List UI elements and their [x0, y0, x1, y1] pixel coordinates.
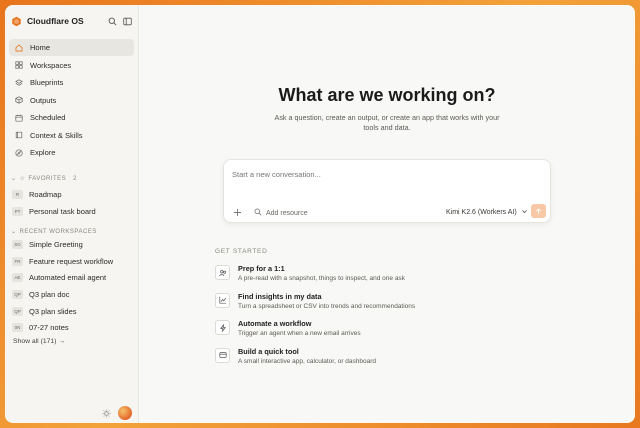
chart-icon	[215, 292, 230, 308]
nav-label: Home	[30, 43, 51, 52]
get-started-item[interactable]: Find insights in my data Turn a spreadsh…	[215, 291, 475, 319]
nav-item-explore[interactable]: Explore	[9, 144, 134, 161]
get-started-list: Prep for a 1:1 A pre-read with a snapsho…	[215, 263, 475, 373]
star-icon: ☆	[19, 176, 26, 182]
recent-workspaces-header[interactable]: ⌄ RECENT WORKSPACES	[11, 228, 97, 236]
get-started-heading: GET STARTED	[215, 248, 268, 255]
add-resource-label: Add resource	[266, 209, 308, 217]
bolt-icon	[215, 320, 230, 335]
nav-item-blueprints[interactable]: Blueprints	[9, 74, 134, 91]
conversation-composer: Add resource Kimi K2.6 (Workers AI)	[223, 159, 551, 223]
list-item[interactable]: FR Feature request workflow	[9, 253, 134, 270]
model-selector[interactable]: Kimi K2.6 (Workers AI)	[446, 208, 528, 217]
get-started-item[interactable]: Prep for a 1:1 A pre-read with a snapsho…	[215, 263, 475, 291]
workspace-badge: AE	[12, 273, 23, 283]
item-title: Automate a workflow	[238, 319, 312, 328]
sun-icon[interactable]	[102, 408, 111, 418]
workspace-badge: QP	[12, 306, 23, 316]
avatar[interactable]	[118, 406, 132, 420]
model-label: Kimi K2.6 (Workers AI)	[446, 209, 517, 216]
item-label: Roadmap	[29, 189, 62, 199]
recent-label: RECENT WORKSPACES	[19, 228, 97, 235]
nav-label: Workspaces	[30, 60, 72, 70]
item-title: Find insights in my data	[238, 291, 322, 301]
workspace-badge: QP	[12, 289, 23, 299]
item-label: Automated email agent	[29, 273, 107, 283]
hexagon-logo-icon	[11, 16, 22, 27]
nav-label: Scheduled	[30, 113, 66, 122]
list-item[interactable]: AE Automated email agent	[9, 269, 134, 286]
app-window: Cloudflare OS Home Workspaces Blueprints…	[5, 5, 635, 423]
workspace-badge: R	[12, 189, 23, 199]
page-subtitle: Ask a question, create an output, or cre…	[274, 113, 500, 132]
add-resource-button[interactable]: Add resource	[254, 208, 308, 218]
tool-icon	[215, 347, 230, 363]
item-label: Simple Greeting	[29, 239, 83, 249]
box-icon	[15, 96, 23, 104]
nav-item-outputs[interactable]: Outputs	[9, 92, 134, 109]
home-icon	[15, 44, 23, 52]
chevron-down-icon: ⌄	[11, 229, 17, 235]
nav-item-scheduled[interactable]: Scheduled	[9, 109, 134, 126]
send-arrow-icon	[535, 202, 542, 220]
sidebar-toggle-icon[interactable]	[123, 17, 132, 26]
item-label: Feature request workflow	[29, 256, 114, 266]
page-title: What are we working on?	[278, 85, 496, 105]
send-button[interactable]	[531, 204, 546, 218]
list-item[interactable]: R Roadmap	[9, 186, 134, 203]
workspace-badge: FR	[12, 256, 23, 266]
recent-workspaces-list: SG Simple Greeting FR Feature request wo…	[9, 236, 134, 336]
item-label: Q3 plan doc	[29, 289, 70, 299]
nav-label: Context & Skills	[30, 130, 83, 140]
list-item[interactable]: PT Personal task board	[9, 203, 134, 220]
item-title: Build a quick tool	[238, 346, 299, 356]
nav-label: Explore	[30, 148, 56, 157]
brand-bar: Cloudflare OS	[11, 14, 132, 28]
layers-icon	[15, 78, 23, 87]
get-started-item[interactable]: Automate a workflow Trigger an agent whe…	[215, 318, 475, 346]
item-title: Prep for a 1:1	[238, 264, 285, 273]
main-nav: Home Workspaces Blueprints Outputs Sched…	[9, 39, 134, 162]
item-description: Trigger an agent when a new email arrive…	[238, 330, 361, 337]
workspace-badge: PT	[12, 206, 23, 216]
list-item[interactable]: QP Q3 plan slides	[9, 303, 134, 320]
nav-label: Outputs	[30, 95, 57, 105]
sidebar-footer	[102, 406, 132, 420]
workspace-badge: 0N	[12, 323, 23, 333]
list-item[interactable]: SG Simple Greeting	[9, 236, 134, 253]
favorites-header[interactable]: ⌄ ☆ FAVORITES 2	[11, 175, 77, 183]
sidebar: Cloudflare OS Home Workspaces Blueprints…	[5, 5, 139, 423]
nav-item-context-skills[interactable]: Context & Skills	[9, 127, 134, 144]
chevron-down-icon: ⌄	[11, 176, 17, 182]
item-description: Turn a spreadsheet or CSV into trends an…	[238, 302, 416, 310]
favorites-list: R Roadmap PT Personal task board	[9, 186, 134, 219]
item-label: Personal task board	[29, 206, 96, 216]
chevron-down-icon	[521, 208, 528, 217]
get-started-item[interactable]: Build a quick tool A small interactive a…	[215, 346, 475, 374]
item-label: Q3 plan slides	[29, 306, 77, 316]
favorites-label: FAVORITES	[28, 175, 67, 182]
favorites-count: 2	[73, 175, 77, 182]
nav-item-home[interactable]: Home	[9, 39, 134, 56]
book-icon	[15, 131, 23, 139]
compass-icon	[15, 148, 23, 157]
search-icon	[254, 208, 262, 218]
item-label: 07-27 notes	[29, 323, 69, 333]
list-item[interactable]: QP Q3 plan doc	[9, 286, 134, 303]
search-icon[interactable]	[108, 17, 117, 26]
item-description: A small interactive app, calculator, or …	[238, 357, 377, 365]
conversation-input[interactable]	[232, 170, 532, 179]
users-icon	[215, 265, 230, 280]
app-name: Cloudflare OS	[27, 16, 84, 26]
plus-icon[interactable]	[233, 208, 242, 217]
item-description: A pre-read with a snapshot, things to in…	[238, 275, 405, 282]
grid-icon	[15, 61, 23, 69]
nav-item-workspaces[interactable]: Workspaces	[9, 57, 134, 74]
show-all-link[interactable]: Show all (171) →	[13, 338, 65, 345]
list-item[interactable]: 0N 07-27 notes	[9, 319, 134, 336]
calendar-icon	[15, 114, 23, 122]
nav-label: Blueprints	[30, 78, 64, 87]
main-panel: What are we working on? Ask a question, …	[139, 5, 635, 423]
workspace-badge: SG	[12, 239, 23, 249]
